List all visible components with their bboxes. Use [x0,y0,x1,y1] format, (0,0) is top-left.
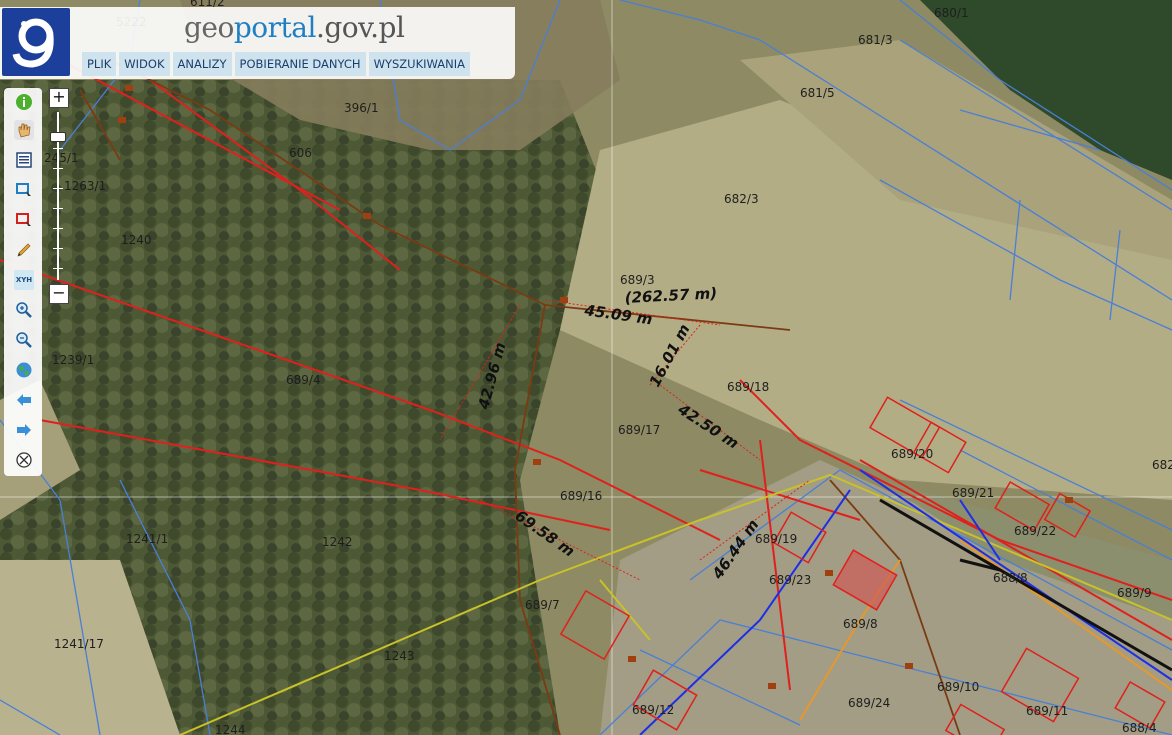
globe-icon[interactable] [14,360,34,380]
parcel-label: 689/11 [1026,704,1068,718]
zoom-out-button[interactable]: − [49,284,69,304]
parcel-label: 689/17 [618,423,660,437]
logo-text-portal: portal [233,11,317,44]
parcel-label: 1239/1 [52,353,94,367]
parcel-label: 689/23 [769,573,811,587]
zoom-tick [53,248,63,249]
parcel-label: 689/20 [891,447,933,461]
menu-item-widok[interactable]: WIDOK [119,52,170,76]
parcel-label: 689/22 [1014,524,1056,538]
map-canvas[interactable]: 611/2 5222 680/1 681/3 681/5 396/1 606 2… [0,0,1172,735]
parcel-label: 689/8 [843,617,878,631]
main-menu: PLIK WIDOK ANALIZY POBIERANIE DANYCH WYS… [82,52,470,76]
parcel-label: 689/7 [525,598,560,612]
parcel-label: 682/3 [724,192,759,206]
parcel-label: 689/10 [937,680,979,694]
parcel-label: 688/4 [1122,721,1157,735]
parcel-label: 1240 [121,233,152,247]
menu-item-analizy[interactable]: ANALIZY [172,52,232,76]
parcel-label: 682 [1152,458,1172,472]
select-rectangle-icon[interactable] [14,180,34,200]
logo-badge[interactable] [2,8,70,76]
parcel-label: 1244 [215,723,246,735]
parcel-label: 681/5 [800,86,835,100]
info-icon[interactable] [14,92,34,112]
zoom-control: + − [47,88,69,304]
parcel-label: 688/8 [993,571,1028,585]
parcel-label: 396/1 [344,101,379,115]
zoom-in-button[interactable]: + [49,88,69,108]
parcel-label: 1263/1 [64,179,106,193]
parcel-label: 689/16 [560,489,602,503]
logo-text-geo: geo [184,11,234,44]
zoom-in-icon[interactable] [14,300,34,320]
parcel-label: 1243 [384,649,415,663]
menu-item-plik[interactable]: PLIK [82,52,117,76]
clear-icon[interactable] [14,450,34,470]
zoom-tick [53,228,63,229]
parcel-label: 689/9 [1117,586,1152,600]
parcel-label: 689/19 [755,532,797,546]
zoom-tick [53,148,63,149]
parcel-label: 689/4 [286,373,321,387]
parcel-label: 689/21 [952,486,994,500]
geoportal-logo-icon [12,18,54,68]
parcel-label: 689/12 [632,703,674,717]
logo-text-domain: .gov.pl [315,11,405,44]
menu-item-wyszukiwania[interactable]: WYSZUKIWANIA [368,52,470,76]
zoom-tick [53,168,63,169]
xyh-icon[interactable]: XYH [14,270,34,290]
parcel-label: 1242 [322,535,353,549]
legend-icon[interactable] [14,150,34,170]
menu-item-pobieranie-danych[interactable]: POBIERANIE DANYCH [234,52,366,76]
zoom-out-icon[interactable] [14,330,34,350]
tool-panel: XYH [4,88,42,476]
parcel-label: 689/3 [620,273,655,287]
parcel-label: 680/1 [934,6,969,20]
logo-text[interactable]: geoportal.gov.pl [184,11,405,44]
zoom-tick [53,188,63,189]
select-rectangle-red-icon[interactable] [14,210,34,230]
parcel-label: 681/3 [858,33,893,47]
header: geoportal.gov.pl PLIK WIDOK ANALIZY POBI… [0,7,515,79]
parcel-label: 606 [289,146,312,160]
pencil-icon[interactable] [14,240,34,260]
parcel-label: 689/24 [848,696,890,710]
arrow-forward-icon[interactable] [14,420,34,440]
zoom-tick [53,208,63,209]
parcel-label: 1241/17 [54,637,104,651]
zoom-tick [53,268,63,269]
parcel-label: 1241/1 [126,532,168,546]
zoom-slider-thumb[interactable] [50,132,66,142]
pan-hand-icon[interactable] [14,120,34,140]
arrow-back-icon[interactable] [14,390,34,410]
parcel-label: 689/18 [727,380,769,394]
